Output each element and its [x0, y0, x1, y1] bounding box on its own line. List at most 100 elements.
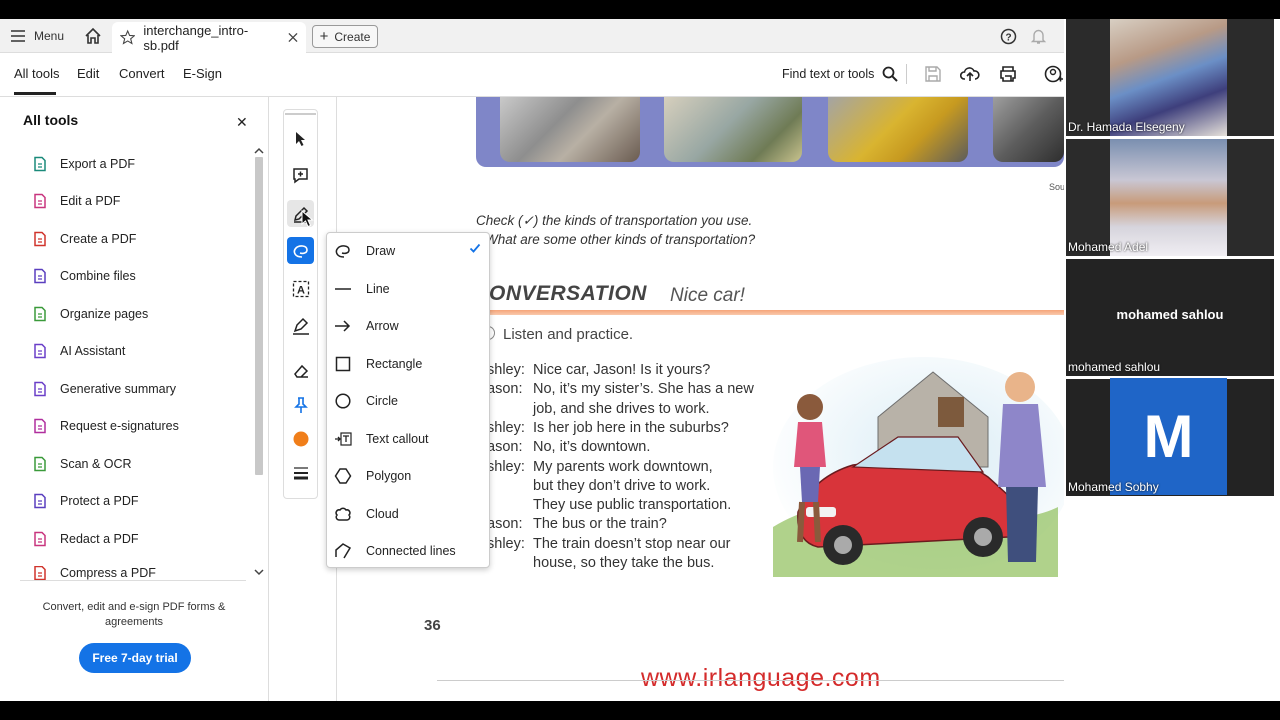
free-trial-button[interactable]: Free 7-day trial: [79, 643, 191, 673]
panel-scrollbar[interactable]: [253, 145, 265, 580]
menu-button[interactable]: Menu: [10, 19, 64, 53]
dialogue-line: Nice car, Jason! Is it yours?: [533, 362, 711, 378]
dialogue-speaker: shley:: [487, 362, 525, 378]
tab-esign[interactable]: E-Sign: [183, 66, 222, 81]
tool-item[interactable]: Compress a PDF: [32, 566, 156, 580]
draw-menu-item-cloud[interactable]: Cloud: [334, 499, 484, 529]
document-tab[interactable]: interchange_intro-sb.pdf: [112, 22, 306, 53]
tool-item[interactable]: Scan & OCR: [32, 454, 132, 474]
dialogue-speaker: shley:: [487, 458, 525, 475]
participant-center-label-3: mohamed sahlou: [1116, 307, 1224, 322]
tool-item[interactable]: Redact a PDF: [32, 529, 139, 549]
tool-item[interactable]: Generative summary: [32, 379, 176, 399]
draw-menu-item-polygon[interactable]: Polygon: [334, 461, 484, 491]
line-weight-button[interactable]: [287, 459, 314, 486]
home-icon[interactable]: [84, 27, 102, 45]
tab-all-tools[interactable]: All tools: [14, 66, 60, 81]
draw-menu-item-circle[interactable]: Circle: [334, 386, 484, 416]
star-icon[interactable]: [120, 29, 136, 46]
listen-instruction: Listen and practice.: [503, 326, 634, 343]
draw-menu-item-draw[interactable]: Draw: [334, 236, 484, 266]
tool-item[interactable]: Export a PDF: [32, 154, 135, 174]
top-black-bar: [0, 0, 1280, 19]
bottom-black-bar: [0, 701, 1280, 720]
panel-title: All tools: [23, 112, 79, 128]
participant-name-2: Mohamed Adel: [1068, 240, 1149, 254]
tool-item[interactable]: Create a PDF: [32, 229, 136, 249]
draw-menu-item-arrow[interactable]: Arrow: [334, 311, 484, 341]
color-picker-button[interactable]: [287, 425, 314, 452]
pin-tool-button[interactable]: [287, 391, 314, 418]
print-icon[interactable]: [998, 65, 1018, 83]
tool-item[interactable]: AI Assistant: [32, 341, 125, 361]
watermark: www.irlanguage.com: [641, 664, 881, 692]
participant-avatar-4: M: [1110, 378, 1227, 495]
tool-item[interactable]: Organize pages: [32, 304, 148, 324]
polygon-icon: [334, 467, 352, 485]
notification-bell-icon[interactable]: [1030, 28, 1047, 45]
tool-item[interactable]: Combine files: [32, 266, 136, 286]
request-esign-icon: [34, 418, 46, 434]
create-button[interactable]: + Create: [312, 25, 378, 48]
comment-tool-button[interactable]: [287, 162, 314, 189]
search-icon: [883, 66, 899, 82]
participant-tile-2[interactable]: [1066, 139, 1274, 256]
text-tool-button[interactable]: A: [287, 275, 314, 302]
tool-item[interactable]: Edit a PDF: [32, 191, 120, 211]
select-tool-button[interactable]: [287, 125, 314, 152]
find-text-or-tools[interactable]: Find text or tools: [782, 66, 899, 82]
draw-menu-item-rectangle[interactable]: Rectangle: [334, 349, 484, 379]
mouse-cursor-icon: [301, 210, 314, 228]
tool-item-label: Combine files: [60, 269, 136, 283]
text-box-icon: A: [292, 280, 309, 297]
draw-menu-item-label: Cloud: [366, 506, 399, 521]
draw-menu-item-connected-lines[interactable]: Connected lines: [334, 536, 484, 566]
tool-item[interactable]: Protect a PDF: [32, 491, 139, 511]
dialogue-line: but they don’t drive to work.: [533, 477, 711, 494]
draw-menu-item-text-callout[interactable]: Text callout: [334, 424, 484, 454]
connected-lines-icon: [334, 542, 352, 560]
conversation-subtitle: Nice car!: [670, 285, 745, 306]
tool-item-label: Compress a PDF: [60, 566, 156, 580]
tool-item-label: Generative summary: [60, 382, 177, 396]
tab-edit[interactable]: Edit: [77, 66, 99, 81]
line-icon: [334, 280, 352, 298]
close-icon[interactable]: [288, 32, 298, 43]
tool-item-label: Edit a PDF: [60, 194, 121, 208]
eraser-tool-button[interactable]: [287, 357, 314, 384]
tool-item-label: Organize pages: [60, 307, 149, 321]
help-icon[interactable]: ?: [1000, 28, 1017, 45]
upload-cloud-icon[interactable]: [960, 65, 980, 83]
draw-menu-item-line[interactable]: Line: [334, 274, 484, 304]
dialogue-speaker: shley:: [487, 535, 525, 552]
tool-item[interactable]: Request e-signatures: [32, 416, 179, 436]
plus-icon: +: [319, 28, 329, 45]
dialogue-line: The train doesn’t stop near our: [533, 535, 731, 552]
participant-name-1: Dr. Hamada Elsegeny: [1068, 120, 1185, 134]
save-icon[interactable]: [924, 65, 942, 83]
sign-tool-button[interactable]: [287, 312, 314, 339]
panel-close-icon[interactable]: ✕: [236, 114, 248, 131]
dialogue-line: They use public transportation.: [533, 497, 732, 514]
active-tab-indicator: [14, 92, 56, 95]
export-pdf-icon: [34, 156, 46, 172]
share-user-icon[interactable]: [1044, 65, 1064, 83]
cloud-icon: [334, 505, 352, 523]
photo-train: [500, 97, 640, 162]
tab-convert[interactable]: Convert: [119, 66, 165, 81]
hamburger-icon: [11, 30, 25, 42]
circle-icon: [334, 392, 352, 410]
line-weight-icon: [293, 466, 308, 479]
draw-tool-button[interactable]: [287, 237, 314, 264]
participant-tile-1[interactable]: [1066, 19, 1274, 136]
find-label: Find text or tools: [782, 67, 875, 81]
tool-item-label: AI Assistant: [60, 344, 126, 358]
draw-menu-item-label: Rectangle: [366, 356, 423, 371]
redact-pdf-icon: [34, 531, 46, 547]
pin-icon: [293, 396, 308, 413]
conversation-heading: ONVERSATION: [489, 282, 647, 305]
create-pdf-icon: [34, 231, 46, 247]
participant-video-2: [1110, 139, 1227, 256]
panel-divider: [20, 580, 246, 581]
scan-ocr-icon: [34, 456, 46, 472]
